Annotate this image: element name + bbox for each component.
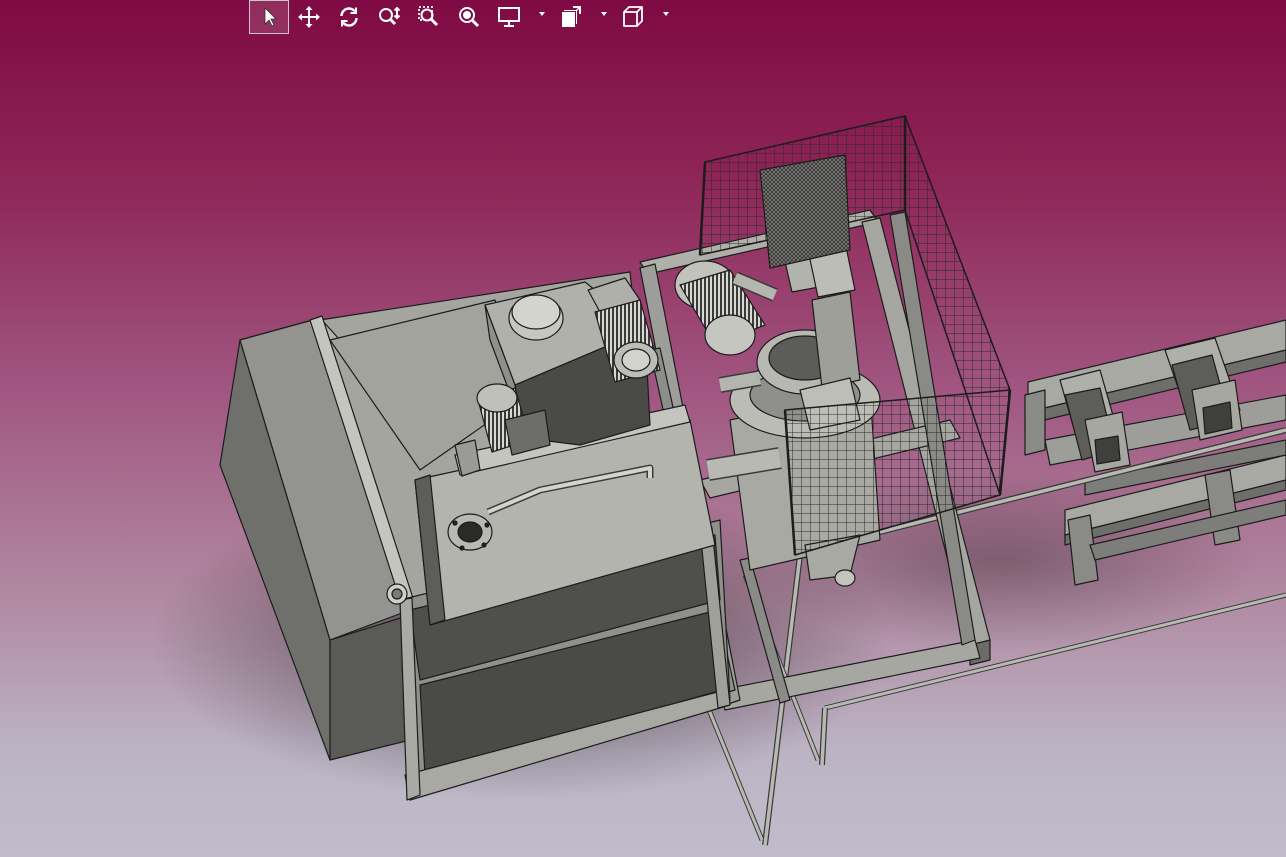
cube-icon xyxy=(623,6,643,27)
zoom-updown-icon xyxy=(379,6,401,26)
zoom-tool-button[interactable] xyxy=(369,0,409,34)
blower[interactable] xyxy=(674,260,778,356)
zoom-window-icon xyxy=(418,6,439,27)
monitor-icon xyxy=(498,7,520,27)
chevron-down-icon xyxy=(539,12,545,16)
cursor-arrow-icon xyxy=(264,7,277,27)
zoom-fit-tool-button[interactable] xyxy=(449,0,489,34)
rotate-icon xyxy=(340,7,358,27)
rotate-tool-button[interactable] xyxy=(329,0,369,34)
select-tool-button[interactable] xyxy=(249,0,289,34)
zoom-window-tool-button[interactable] xyxy=(409,0,449,34)
3d-viewport[interactable] xyxy=(0,0,1286,857)
chevron-down-icon xyxy=(601,12,607,16)
cad-model-assembly[interactable] xyxy=(0,0,1286,857)
view-options-menu[interactable] xyxy=(551,0,613,34)
pan-tool-button[interactable] xyxy=(289,0,329,34)
view-toolbar xyxy=(249,0,675,34)
views-icon xyxy=(562,6,581,27)
zoom-fit-icon xyxy=(459,7,480,28)
display-mode-menu[interactable] xyxy=(489,0,551,34)
standard-views-menu[interactable] xyxy=(613,0,675,34)
chevron-down-icon xyxy=(663,12,669,16)
move-arrows-icon xyxy=(298,6,320,28)
